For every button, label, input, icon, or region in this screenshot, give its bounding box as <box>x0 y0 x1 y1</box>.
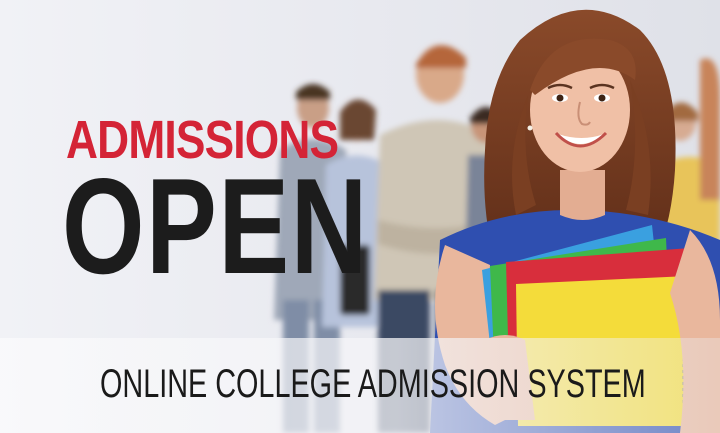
headline-open: OPEN <box>62 150 369 302</box>
admissions-banner: ADMISSIONS OPEN ONLINE COLLEGE ADMISSION… <box>0 0 720 433</box>
tagline: ONLINE COLLEGE ADMISSION SYSTEM <box>100 362 646 406</box>
